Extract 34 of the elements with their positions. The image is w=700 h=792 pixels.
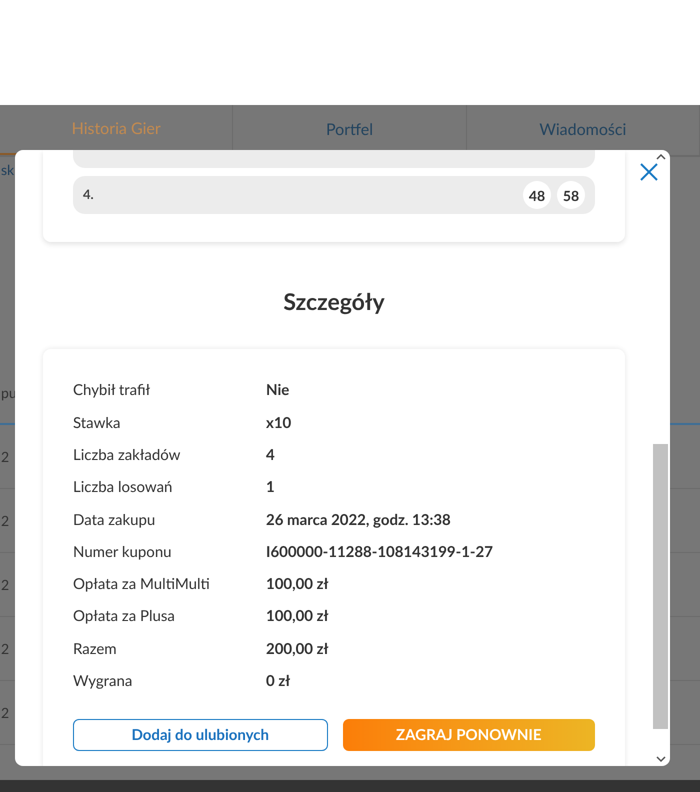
scroll-up-icon[interactable] xyxy=(656,153,666,161)
scrollbar-thumb[interactable] xyxy=(653,444,668,729)
section-title: Szczegóły xyxy=(282,286,386,317)
detail-label: Wygrana xyxy=(73,671,134,692)
play-again-button[interactable]: ZAGRAJ PONOWNIE xyxy=(342,719,595,752)
detail-label: Opłata za MultiMulti xyxy=(73,574,211,596)
background-text: 2 xyxy=(1,447,10,467)
detail-label: Data zakupu xyxy=(73,510,156,531)
detail-value: 100,00 zł xyxy=(266,574,328,596)
detail-value: Nie xyxy=(266,380,290,402)
detail-label: Opłata za Plusa xyxy=(73,606,176,628)
detail-label: Liczba zakładów xyxy=(73,444,182,466)
detail-value: 26 marca 2022, godz. 13:38 xyxy=(266,510,451,531)
scroll-down-icon[interactable] xyxy=(656,755,666,763)
detail-value: 100,00 zł xyxy=(266,606,328,628)
detail-value: 200,00 zł xyxy=(266,638,328,660)
detail-label: Razem xyxy=(73,638,118,660)
add-favorite-button[interactable]: Dodaj do ulubionych xyxy=(73,719,328,752)
detail-value: 4 xyxy=(266,444,275,466)
close-icon[interactable] xyxy=(640,163,658,181)
background-text: 2 xyxy=(1,703,10,723)
detail-label: Liczba losowań xyxy=(73,477,174,498)
detail-value: 0 zł xyxy=(266,671,290,692)
background-text: 2 xyxy=(1,575,10,595)
background-text: 2 xyxy=(1,511,10,531)
detail-label: Stawka xyxy=(73,412,122,434)
detail-value: I600000-11288-108143199-1-27 xyxy=(266,542,493,563)
background-text: sk xyxy=(1,160,14,180)
bet-number: 4. xyxy=(83,185,95,204)
background-text: 2 xyxy=(1,639,10,659)
detail-value: 1 xyxy=(266,477,275,498)
detail-value: x10 xyxy=(266,412,292,434)
detail-label: Numer kuponu xyxy=(73,542,173,563)
detail-label: Chybił trafił xyxy=(73,380,152,402)
